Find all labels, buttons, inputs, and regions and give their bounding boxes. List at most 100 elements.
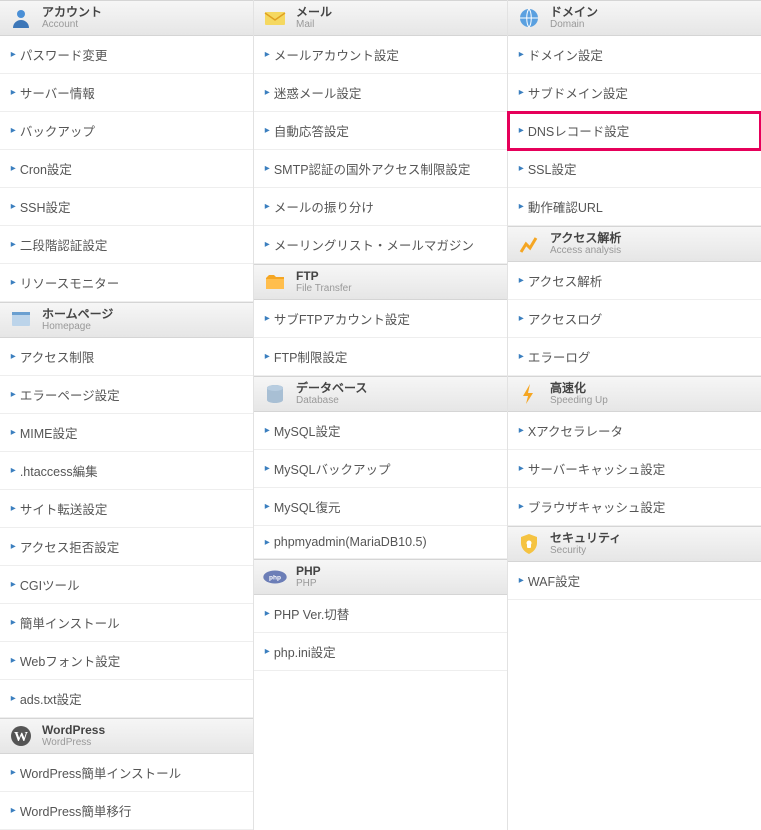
- section-title-ja: ホームページ: [42, 308, 113, 321]
- menu-item[interactable]: ∙▸アクセス制限: [0, 338, 253, 376]
- section-title-ja: ドメイン: [550, 6, 598, 19]
- arrow-icon: ∙▸: [10, 805, 14, 816]
- database-icon: [262, 381, 288, 407]
- menu-item-label: ドメイン設定: [528, 45, 603, 64]
- menu-item-label: CGIツール: [20, 575, 80, 594]
- menu-item[interactable]: ∙▸ 二段階認証設定: [0, 226, 253, 264]
- menu-item[interactable]: ∙▸ MySQL設定: [254, 412, 507, 450]
- arrow-icon: ∙▸: [264, 463, 268, 474]
- arrow-icon: ∙▸: [264, 608, 268, 619]
- arrow-icon: ∙▸: [518, 125, 522, 136]
- menu-item-label: MySQLバックアップ: [274, 459, 391, 478]
- menu-item[interactable]: ∙▸サーバーキャッシュ設定: [508, 450, 761, 488]
- menu-item[interactable]: ∙▸Cron設定: [0, 150, 253, 188]
- menu-item[interactable]: ∙▸.htaccess編集: [0, 452, 253, 490]
- menu-item-label: メーリングリスト・メールマガジン: [274, 235, 474, 254]
- arrow-icon: ∙▸: [10, 87, 14, 98]
- section-header: FTPFile Transfer: [254, 264, 507, 300]
- menu-item[interactable]: ∙▸自動応答設定: [254, 112, 507, 150]
- section-header: データベースDatabase: [254, 376, 507, 412]
- menu-item[interactable]: ∙▸サイト転送設定: [0, 490, 253, 528]
- menu-item[interactable]: ∙▸Xアクセラレータ: [508, 412, 761, 450]
- access-icon: [516, 231, 542, 257]
- menu-item[interactable]: ∙▸ DNSレコード設定: [508, 112, 761, 150]
- arrow-icon: ∙▸: [10, 239, 14, 250]
- menu-item[interactable]: ∙▸パスワード変更: [0, 36, 253, 74]
- menu-item[interactable]: ∙▸WAF設定: [508, 562, 761, 600]
- domain-icon: [516, 5, 542, 31]
- menu-item-label: php.ini設定: [274, 642, 336, 661]
- menu-item-label: MySQL設定: [274, 421, 341, 440]
- section-header: セキュリティSecurity: [508, 526, 761, 562]
- menu-item[interactable]: ∙▸メーリングリスト・メールマガジン: [254, 226, 507, 264]
- menu-item[interactable]: ∙▸アクセス拒否設定: [0, 528, 253, 566]
- arrow-icon: ∙▸: [518, 201, 522, 212]
- menu-item[interactable]: ∙▸MIME設定: [0, 414, 253, 452]
- menu-item[interactable]: ∙▸SSH設定: [0, 188, 253, 226]
- menu-item[interactable]: ∙▸ ドメイン設定: [508, 36, 761, 74]
- menu-item[interactable]: ∙▸アクセスログ: [508, 300, 761, 338]
- menu-item-label: 二段階認証設定: [20, 235, 108, 254]
- menu-item-label: WAF設定: [528, 571, 580, 590]
- menu-item[interactable]: ∙▸SMTP認証の国外アクセス制限設定: [254, 150, 507, 188]
- menu-item[interactable]: ∙▸アクセス解析: [508, 262, 761, 300]
- section-header: アクセス解析Access analysis: [508, 226, 761, 262]
- menu-item[interactable]: ∙▸バックアップ: [0, 112, 253, 150]
- menu-item[interactable]: ∙▸php.ini設定: [254, 633, 507, 671]
- menu-item[interactable]: ∙▸迷惑メール設定: [254, 74, 507, 112]
- menu-item[interactable]: ∙▸簡単インストール: [0, 604, 253, 642]
- wordpress-icon: W: [8, 723, 34, 749]
- menu-item[interactable]: ∙▸WordPress簡単インストール: [0, 754, 253, 792]
- menu-item[interactable]: ∙▸Webフォント設定: [0, 642, 253, 680]
- menu-item[interactable]: ∙▸CGIツール: [0, 566, 253, 604]
- arrow-icon: ∙▸: [264, 87, 268, 98]
- menu-item-label: ブラウザキャッシュ設定: [528, 497, 666, 516]
- menu-item[interactable]: ∙▸ MySQLバックアップ: [254, 450, 507, 488]
- menu-item[interactable]: ∙▸動作確認URL: [508, 188, 761, 226]
- section-title-en: Mail: [296, 19, 332, 30]
- menu-item[interactable]: ∙▸リソースモニター: [0, 264, 253, 302]
- menu-item[interactable]: ∙▸SSL設定: [508, 150, 761, 188]
- menu-item[interactable]: ∙▸WordPress簡単移行: [0, 792, 253, 830]
- menu-item-label: サブドメイン設定: [528, 83, 628, 102]
- menu-item-label: SSL設定: [528, 159, 577, 178]
- section-title-en: Access analysis: [550, 245, 621, 256]
- menu-item[interactable]: ∙▸ブラウザキャッシュ設定: [508, 488, 761, 526]
- menu-item[interactable]: ∙▸FTP制限設定: [254, 338, 507, 376]
- menu-item[interactable]: ∙▸エラーページ設定: [0, 376, 253, 414]
- menu-item-label: SMTP認証の国外アクセス制限設定: [274, 159, 471, 178]
- menu-item-label: アクセス解析: [528, 271, 602, 290]
- menu-item[interactable]: ∙▸ サブドメイン設定: [508, 74, 761, 112]
- account-icon: [8, 5, 34, 31]
- section-title-ja: WordPress: [42, 724, 105, 737]
- arrow-icon: ∙▸: [518, 49, 522, 60]
- menu-item-label: MIME設定: [20, 423, 78, 442]
- svg-text:php: php: [269, 575, 281, 582]
- arrow-icon: ∙▸: [10, 541, 14, 552]
- menu-item-label: SSH設定: [20, 197, 71, 216]
- menu-item[interactable]: ∙▸サブFTPアカウント設定: [254, 300, 507, 338]
- menu-item-label: 簡単インストール: [20, 613, 120, 632]
- menu-item[interactable]: ∙▸ ads.txt設定: [0, 680, 253, 718]
- arrow-icon: ∙▸: [264, 425, 268, 436]
- arrow-icon: ∙▸: [10, 503, 14, 514]
- menu-item[interactable]: ∙▸サーバー情報: [0, 74, 253, 112]
- menu-item-label: FTP制限設定: [274, 347, 348, 366]
- menu-item[interactable]: ∙▸MySQL復元: [254, 488, 507, 526]
- arrow-icon: ∙▸: [10, 693, 14, 704]
- menu-item-label: ads.txt設定: [20, 689, 82, 708]
- section-title-ja: FTP: [296, 270, 352, 283]
- menu-item-label: phpmyadmin(MariaDB10.5): [274, 535, 427, 549]
- section-header: 高速化Speeding Up: [508, 376, 761, 412]
- arrow-icon: ∙▸: [518, 87, 522, 98]
- menu-item[interactable]: ∙▸メールの振り分け: [254, 188, 507, 226]
- arrow-icon: ∙▸: [10, 655, 14, 666]
- menu-item[interactable]: ∙▸ phpmyadmin(MariaDB10.5): [254, 526, 507, 559]
- arrow-icon: ∙▸: [264, 201, 268, 212]
- menu-item-label: DNSレコード設定: [528, 121, 629, 140]
- arrow-icon: ∙▸: [264, 501, 268, 512]
- arrow-icon: ∙▸: [264, 537, 268, 548]
- menu-item[interactable]: ∙▸メールアカウント設定: [254, 36, 507, 74]
- menu-item[interactable]: ∙▸PHP Ver.切替: [254, 595, 507, 633]
- menu-item[interactable]: ∙▸エラーログ: [508, 338, 761, 376]
